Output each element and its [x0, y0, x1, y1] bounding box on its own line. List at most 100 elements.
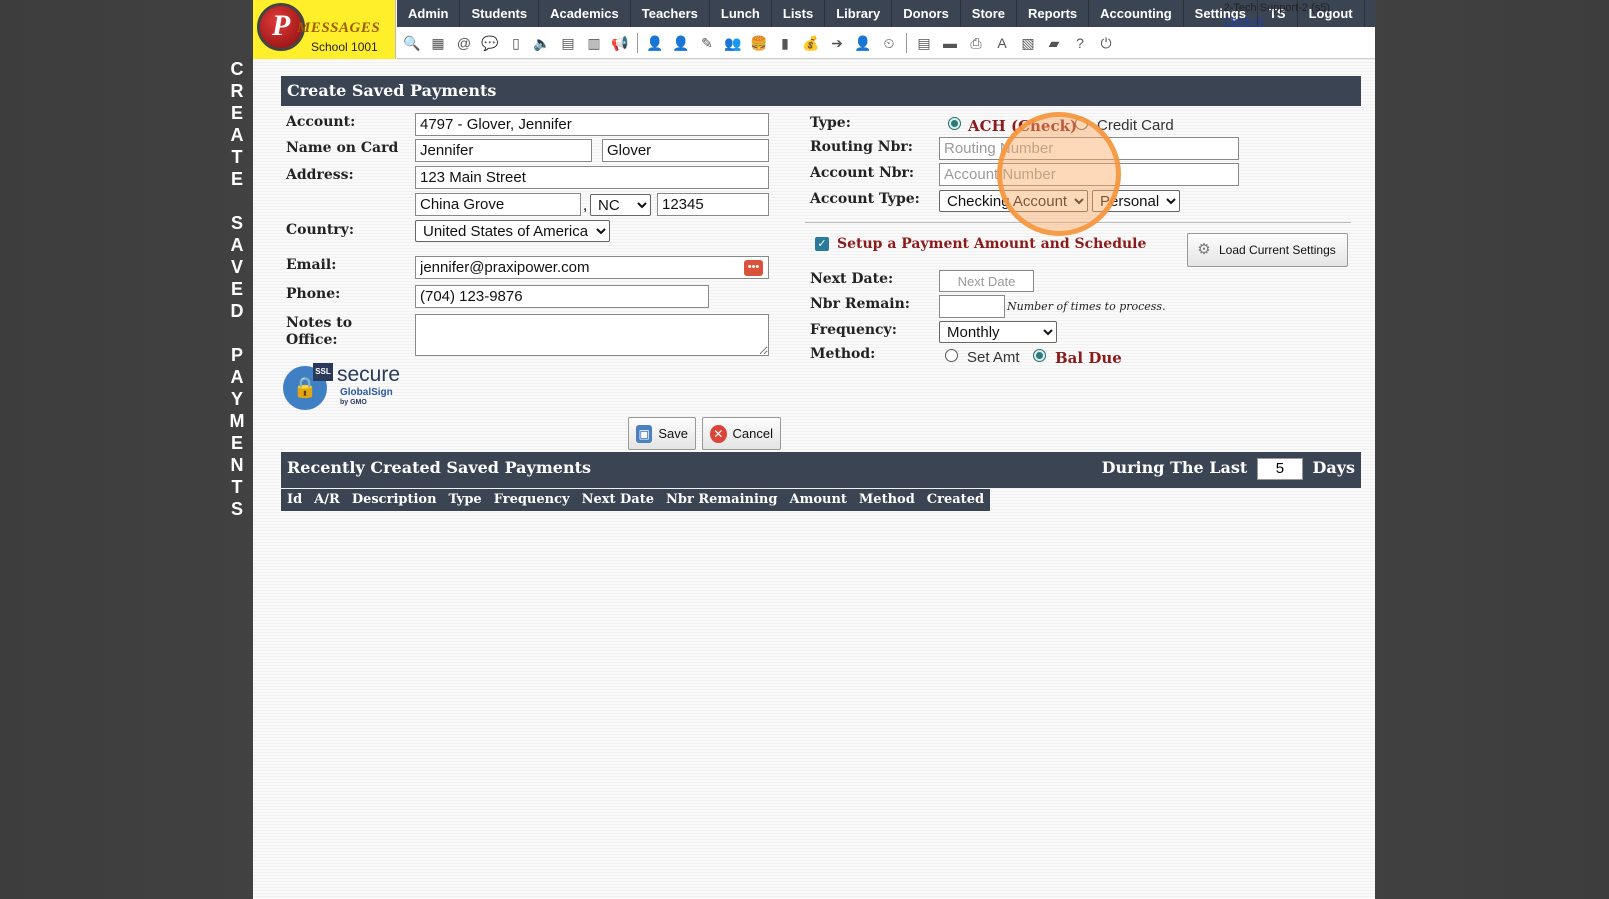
speaker-icon[interactable]: 🔈: [533, 34, 551, 52]
teacher-icon[interactable]: 👤: [672, 34, 690, 52]
column-header[interactable]: Type: [443, 489, 488, 511]
save-label: Save: [658, 426, 688, 441]
side-caption-letter: A: [230, 367, 244, 387]
printer-icon[interactable]: ⎙: [967, 34, 985, 52]
column-header[interactable]: Description: [346, 489, 443, 511]
calendar-icon[interactable]: ▥: [585, 34, 603, 52]
store-icon[interactable]: ➔: [828, 34, 846, 52]
nav-students[interactable]: Students: [460, 0, 540, 27]
first-name-field[interactable]: [415, 139, 592, 162]
nav-lunch[interactable]: Lunch: [710, 0, 772, 27]
days-field[interactable]: [1256, 457, 1303, 480]
nav-library[interactable]: Library: [825, 0, 893, 27]
column-header[interactable]: Next Date: [576, 489, 660, 511]
city-field[interactable]: [415, 193, 581, 216]
column-header[interactable]: Method: [853, 489, 921, 511]
account-field[interactable]: [415, 113, 769, 136]
group-icon[interactable]: 👥: [724, 34, 742, 52]
floppy-disk-icon: ▣: [636, 424, 653, 443]
email-field[interactable]: [415, 256, 769, 279]
account-number-field[interactable]: [939, 163, 1239, 186]
clock-icon[interactable]: ⏲: [880, 34, 898, 52]
method-bal-due-radio[interactable]: [1033, 349, 1046, 362]
grades-icon[interactable]: ✎: [698, 34, 716, 52]
pdf-icon[interactable]: ▧: [1019, 34, 1037, 52]
frequency-select[interactable]: Monthly: [939, 321, 1057, 343]
lunch-icon[interactable]: 🍔: [750, 34, 768, 52]
phone-label: Phone:: [286, 286, 341, 302]
cash-icon[interactable]: ▰: [1045, 34, 1063, 52]
nav-reports[interactable]: Reports: [1017, 0, 1090, 27]
state-select[interactable]: NC: [590, 194, 651, 216]
book-icon[interactable]: ▮: [776, 34, 794, 52]
type-label: Type:: [810, 115, 851, 131]
method-bal-due-label[interactable]: Bal Due: [1055, 349, 1122, 367]
money-bag-icon[interactable]: 💰: [802, 34, 820, 52]
chat-icon[interactable]: 💬: [481, 34, 499, 52]
column-header[interactable]: Nbr Remaining: [660, 489, 783, 511]
megaphone-icon[interactable]: 📢: [611, 34, 629, 52]
save-button[interactable]: ▣ Save: [628, 417, 696, 450]
column-header[interactable]: Amount: [783, 489, 852, 511]
help-icon[interactable]: ?: [1071, 34, 1089, 52]
column-header[interactable]: A/R: [308, 489, 346, 511]
student-add-icon[interactable]: 👤: [646, 34, 664, 52]
address-field[interactable]: [415, 166, 769, 189]
side-caption-letter: A: [230, 235, 244, 255]
nav-accounting[interactable]: Accounting: [1089, 0, 1184, 27]
donor-icon[interactable]: 👤: [854, 34, 872, 52]
routing-label: Routing Nbr:: [810, 139, 913, 155]
newsletter-icon[interactable]: ▤: [559, 34, 577, 52]
ssl-brand: GlobalSign: [340, 387, 393, 398]
country-select[interactable]: United States of America: [415, 220, 610, 242]
app-logo[interactable]: P MESSAGES School 1001: [253, 0, 396, 59]
nav-lists[interactable]: Lists: [772, 0, 826, 27]
column-header[interactable]: Frequency: [488, 489, 576, 511]
phone-field[interactable]: [415, 285, 709, 308]
nav-store[interactable]: Store: [961, 0, 1018, 27]
mobile-icon[interactable]: ▯: [507, 34, 525, 52]
schedule-checkbox[interactable]: ✓: [815, 237, 829, 251]
last-name-field[interactable]: [602, 139, 769, 162]
account-use-select[interactable]: Personal: [1092, 190, 1180, 212]
notes-textarea[interactable]: [415, 314, 769, 356]
method-set-amt-label[interactable]: Set Amt: [967, 349, 1020, 366]
side-caption-letter: T: [231, 477, 243, 497]
nbr-remain-field[interactable]: [939, 295, 1005, 318]
type-credit-card-radio[interactable]: [1075, 117, 1088, 130]
load-current-settings-button[interactable]: ⚙ Load Current Settings: [1187, 233, 1348, 267]
ssl-secure-badge: 🔒 SSL secure GlobalSign by GMO: [283, 363, 413, 413]
side-caption-letter: [226, 322, 248, 344]
type-credit-card-label[interactable]: Credit Card: [1097, 117, 1174, 134]
side-caption-letter: A: [230, 125, 244, 145]
nav-admin[interactable]: Admin: [397, 0, 461, 27]
routing-number-field[interactable]: [939, 137, 1239, 160]
method-set-amt-radio[interactable]: [945, 349, 958, 362]
column-header[interactable]: Created: [921, 489, 990, 511]
ar-icon[interactable]: A: [993, 34, 1011, 52]
account-type-select[interactable]: Checking Account: [939, 190, 1088, 212]
power-icon[interactable]: ⏻: [1097, 34, 1115, 52]
side-caption: CREATESAVEDPAYMENTS: [226, 58, 248, 520]
during-label: During The Last: [1101, 458, 1248, 477]
next-date-field[interactable]: [939, 270, 1034, 292]
zip-field[interactable]: [657, 193, 769, 216]
recent-payments-table-header: Id A/R Description Type Frequency Next Date Nb…: [281, 489, 991, 511]
at-icon[interactable]: @: [455, 34, 473, 52]
card-icon[interactable]: ▬: [941, 34, 959, 52]
days-label: Days: [1312, 458, 1355, 477]
column-header[interactable]: Id: [281, 489, 308, 511]
nav-teachers[interactable]: Teachers: [631, 0, 710, 27]
email-options-icon[interactable]: •••: [744, 260, 763, 276]
type-ach-radio[interactable]: [948, 117, 961, 130]
type-ach-label[interactable]: ACH (Check): [968, 117, 1077, 135]
search-icon[interactable]: 🔍: [403, 34, 421, 52]
calendar-grid-icon[interactable]: ▦: [429, 34, 447, 52]
schedule-label[interactable]: Setup a Payment Amount and Schedule: [837, 236, 1146, 252]
nav-academics[interactable]: Academics: [539, 0, 631, 27]
report-icon[interactable]: ▤: [915, 34, 933, 52]
nav-donors[interactable]: Donors: [892, 0, 961, 27]
cancel-button[interactable]: ✕ Cancel: [702, 417, 781, 450]
clock-in-link[interactable]: Clock In: [1224, 15, 1330, 29]
side-caption-letter: R: [230, 81, 244, 101]
